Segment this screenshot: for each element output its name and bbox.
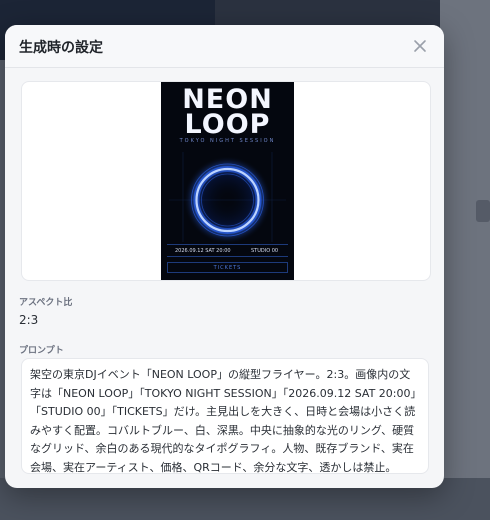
poster-datetime: 2026.09.12 SAT 20:00: [175, 248, 231, 254]
aspect-ratio-label: アスペクト比: [19, 298, 73, 308]
poster-venue: STUDIO 00: [251, 248, 279, 254]
background-handle: [476, 200, 490, 222]
settings-dialog: 生成時の設定 NEON LOOP TOKYO NIGHT SESSION 202…: [5, 25, 444, 488]
dialog-header: 生成時の設定: [5, 25, 444, 68]
aspect-ratio-value: 2:3: [19, 313, 39, 327]
background-right-pane: [440, 0, 490, 520]
close-icon[interactable]: [408, 34, 432, 58]
poster-divider-top: [167, 244, 288, 245]
poster-subtitle: TOKYO NIGHT SESSION: [179, 138, 276, 144]
poster-title-line2: LOOP: [184, 109, 271, 140]
image-preview-card: NEON LOOP TOKYO NIGHT SESSION 2026.09.12…: [21, 81, 431, 281]
poster-divider-bottom: [167, 256, 288, 257]
dialog-title: 生成時の設定: [19, 40, 103, 56]
prompt-label: プロンプト: [19, 346, 64, 356]
prompt-text[interactable]: 架空の東京DJイベント「NEON LOOP」の縦型フライヤー。2:3。画像内の文…: [21, 358, 429, 474]
poster-tickets: TICKETS: [167, 262, 288, 273]
generated-poster-image[interactable]: NEON LOOP TOKYO NIGHT SESSION 2026.09.12…: [161, 82, 294, 280]
